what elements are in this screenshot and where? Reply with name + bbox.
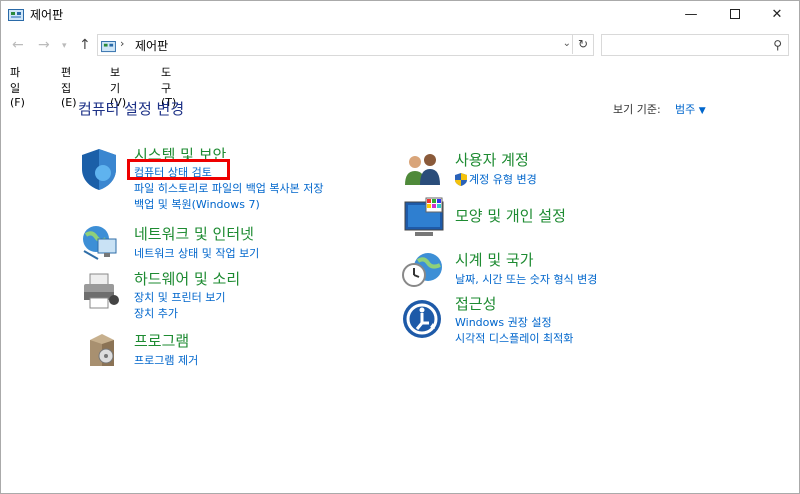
minimize-button[interactable]: — xyxy=(668,0,714,28)
category-ease-of-access[interactable]: 접근성 xyxy=(455,293,496,314)
recent-locations-button[interactable]: ▾ xyxy=(62,41,67,51)
link-windows-recommended[interactable]: Windows 권장 설정 xyxy=(455,314,552,330)
shield-icon[interactable] xyxy=(78,147,120,195)
triangle-down-icon: ▼ xyxy=(698,106,706,116)
category-clock-region[interactable]: 시계 및 국가 xyxy=(455,249,534,270)
network-globe-icon[interactable] xyxy=(78,221,120,267)
view-by-label: 보기 기준: xyxy=(613,103,661,116)
maximize-icon xyxy=(730,9,740,19)
link-change-account-type[interactable]: 계정 유형 변경 xyxy=(469,171,537,187)
breadcrumb-separator-icon[interactable]: › xyxy=(120,37,124,50)
link-file-history-backup[interactable]: 파일 히스토리로 파일의 백업 복사본 저장 xyxy=(134,180,324,196)
uac-shield-icon xyxy=(455,171,467,190)
refresh-button[interactable]: ↻ xyxy=(572,35,593,54)
close-button[interactable]: ✕ xyxy=(754,0,800,28)
address-bar[interactable]: › 제어판 ⌄ xyxy=(97,34,594,56)
forward-button[interactable]: → xyxy=(38,37,50,53)
chevron-down-icon[interactable]: ⌄ xyxy=(563,38,571,49)
link-optimize-display[interactable]: 시각적 디스플레이 최적화 xyxy=(455,330,573,346)
maximize-button[interactable] xyxy=(712,0,758,28)
category-appearance-personalization[interactable]: 모양 및 개인 설정 xyxy=(455,205,566,226)
view-by-dropdown[interactable]: 범주 ▼ xyxy=(675,101,706,117)
user-accounts-icon[interactable] xyxy=(402,151,444,191)
monitor-personalize-icon[interactable] xyxy=(403,196,445,244)
search-box[interactable]: ⚲ xyxy=(601,34,789,56)
close-icon: ✕ xyxy=(771,6,783,22)
link-network-status[interactable]: 네트워크 상태 및 작업 보기 xyxy=(134,245,259,261)
title-bar: 제어판 — ✕ xyxy=(0,0,800,28)
program-box-icon[interactable] xyxy=(82,330,122,374)
control-panel-icon xyxy=(8,7,24,26)
control-panel-icon xyxy=(101,38,116,57)
refresh-icon: ↻ xyxy=(577,37,589,51)
category-programs[interactable]: 프로그램 xyxy=(134,330,189,351)
link-date-time-format[interactable]: 날짜, 시간 또는 숫자 형식 변경 xyxy=(455,271,597,287)
up-button[interactable]: ↑ xyxy=(79,37,91,53)
back-button[interactable]: ← xyxy=(12,37,24,53)
link-add-device[interactable]: 장치 추가 xyxy=(134,305,178,321)
category-hardware-sound[interactable]: 하드웨어 및 소리 xyxy=(134,268,240,289)
menu-edit[interactable]: 편집(E) xyxy=(61,64,77,109)
link-uninstall-program[interactable]: 프로그램 제거 xyxy=(134,352,198,368)
menu-file[interactable]: 파일(F) xyxy=(10,64,25,109)
printer-icon[interactable] xyxy=(80,270,122,316)
clock-globe-icon[interactable] xyxy=(402,249,444,293)
link-backup-restore[interactable]: 백업 및 복원(Windows 7) xyxy=(134,196,260,212)
search-icon[interactable]: ⚲ xyxy=(773,38,782,52)
accessibility-icon[interactable] xyxy=(402,299,442,343)
search-input[interactable] xyxy=(606,37,760,55)
link-devices-printers[interactable]: 장치 및 프린터 보기 xyxy=(134,289,225,305)
category-user-accounts[interactable]: 사용자 계정 xyxy=(455,149,529,170)
page-title: 컴퓨터 설정 변경 xyxy=(78,100,185,118)
breadcrumb-item[interactable]: 제어판 xyxy=(135,37,168,54)
category-network-internet[interactable]: 네트워크 및 인터넷 xyxy=(134,223,254,244)
window-title: 제어판 xyxy=(30,8,64,22)
highlight-box xyxy=(127,159,230,180)
minimize-icon: — xyxy=(684,6,698,22)
